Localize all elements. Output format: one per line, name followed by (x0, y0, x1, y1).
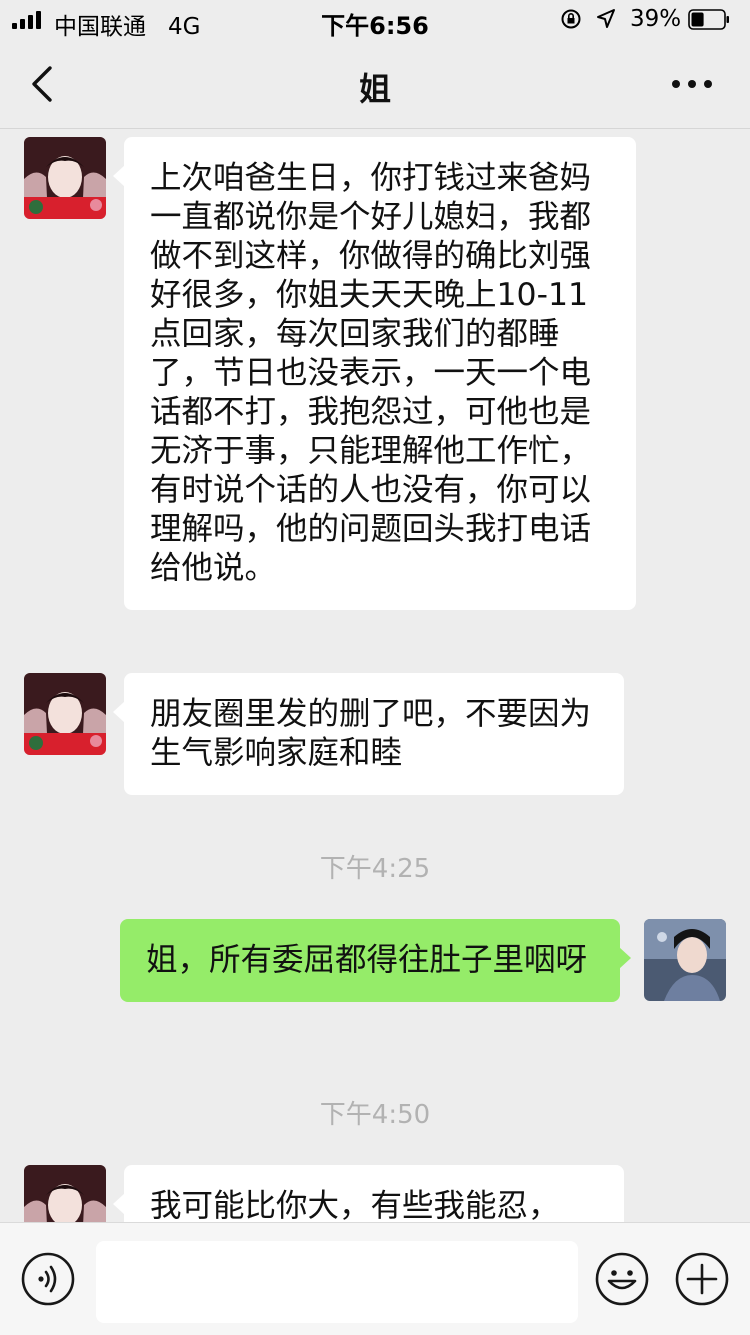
message-text: 上次咱爸生日，你打钱过来爸妈一直都说你是个好儿媳妇，我都做不到这样，你做得的确比… (150, 160, 592, 586)
chat-title: 姐 (358, 70, 391, 108)
my-avatar[interactable] (644, 919, 726, 1001)
contact-avatar[interactable] (24, 673, 106, 755)
message-text: 朋友圈里发的删了吧，不要因为生气影响家庭和睦 (150, 696, 592, 771)
plus-icon[interactable] (674, 1251, 730, 1307)
chat-header: 姐 (0, 40, 750, 129)
message-bubble-sent[interactable]: 姐，所有委屈都得往肚子里咽呀 (120, 919, 631, 1002)
battery-percent: 39% (630, 6, 682, 32)
emoji-icon[interactable] (594, 1251, 650, 1307)
avatar-image (24, 137, 106, 219)
message-bubble-received[interactable]: 上次咱爸生日，你打钱过来爸妈一直都说你是个好儿媳妇，我都做不到这样，你做得的确比… (113, 137, 636, 610)
timestamp-separator: 下午4:50 (319, 1100, 431, 1130)
input-bar (0, 1222, 750, 1335)
status-bar: 中国联通 4G 下午6:56 39% (0, 0, 750, 40)
message-input[interactable] (96, 1241, 578, 1323)
avatar-image (644, 919, 726, 1001)
battery-icon (688, 9, 729, 30)
more-dots-icon[interactable] (668, 70, 716, 98)
contact-avatar[interactable] (24, 137, 106, 219)
message-text: 姐，所有委屈都得往肚子里咽呀 (146, 942, 588, 978)
location-arrow-icon (597, 9, 615, 28)
voice-icon[interactable] (20, 1251, 76, 1307)
message-bubble-received[interactable]: 朋友圈里发的删了吧，不要因为生气影响家庭和睦 (113, 673, 624, 795)
timestamp-separator: 下午4:25 (319, 854, 431, 884)
avatar-image (24, 673, 106, 755)
rotation-lock-icon (561, 9, 581, 29)
